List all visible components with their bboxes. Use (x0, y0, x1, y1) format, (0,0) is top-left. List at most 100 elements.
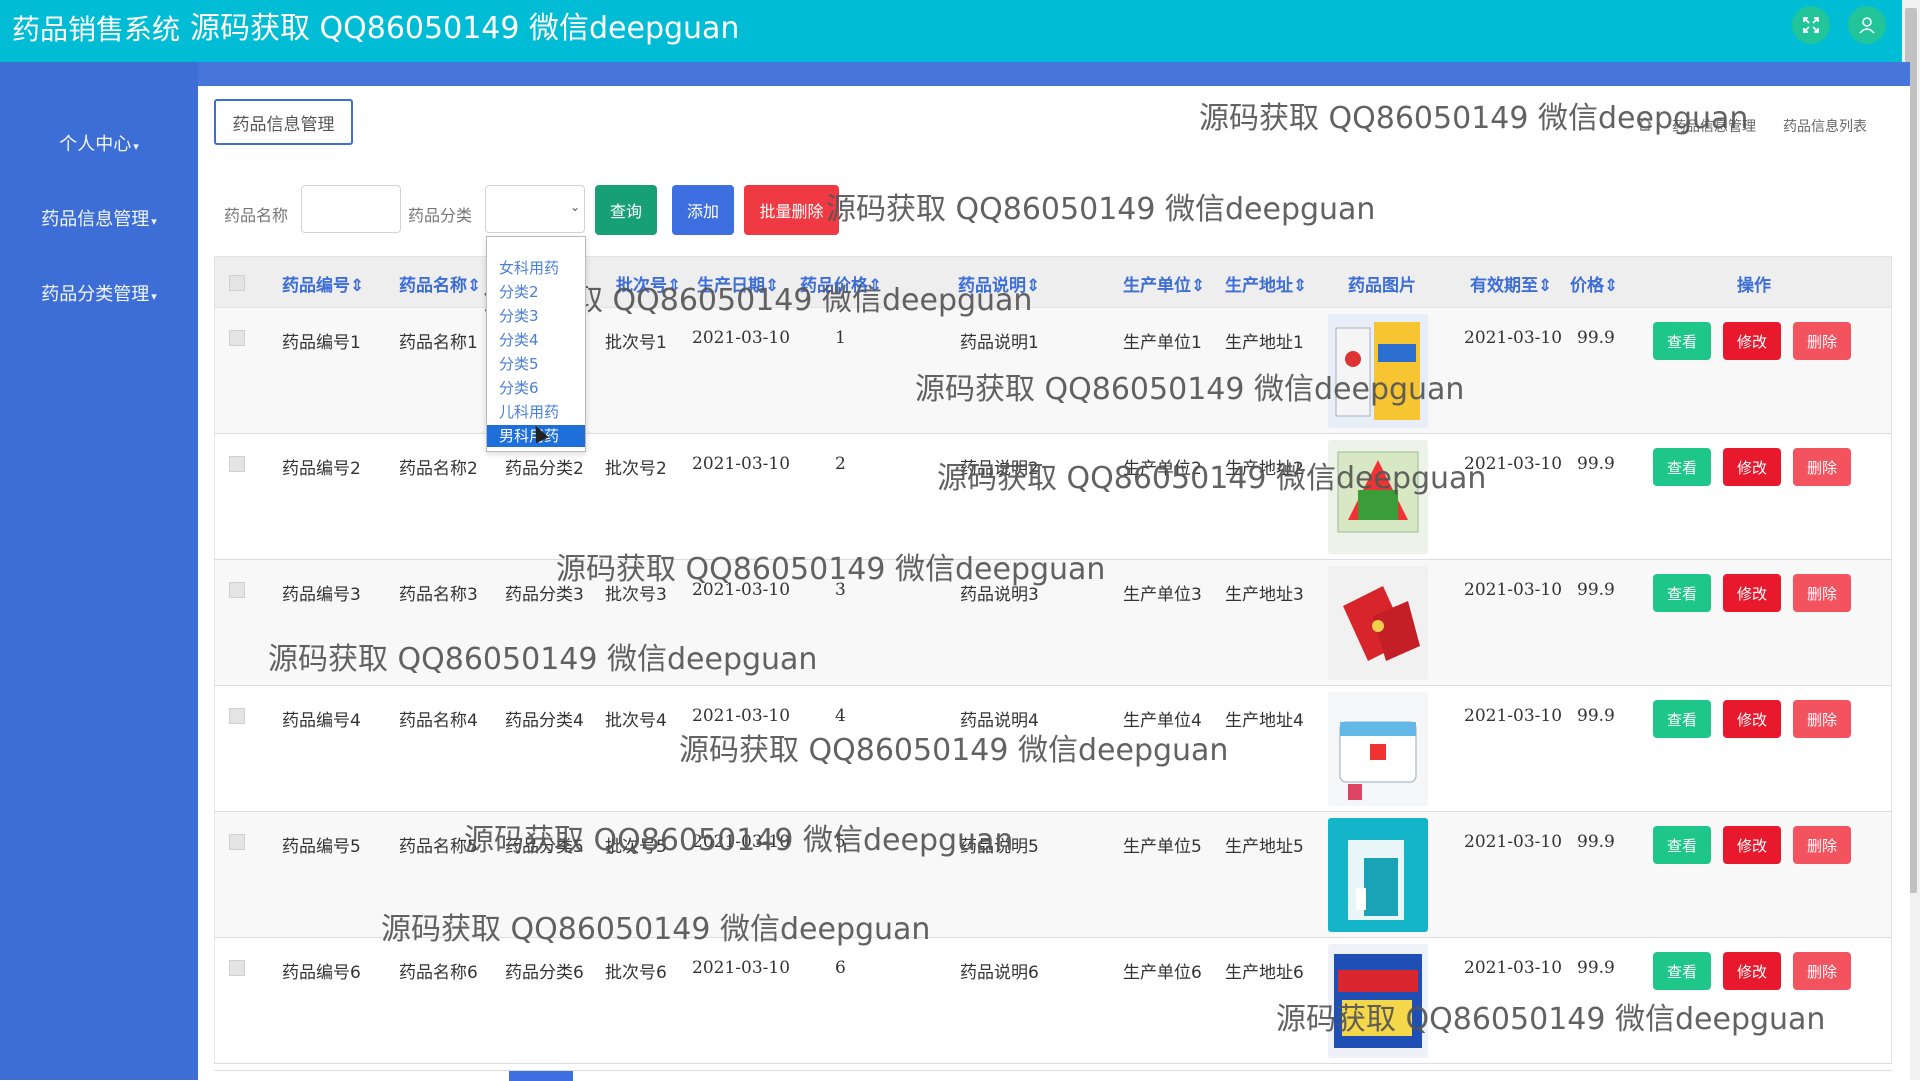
cell-code: 药品编号5 (282, 837, 361, 857)
cell-addr: 生产地址6 (1225, 963, 1304, 983)
edit-button[interactable]: 修改 (1723, 826, 1781, 864)
cell-expire: 2021-03-10 (1464, 958, 1563, 978)
cell-expire: 2021-03-10 (1464, 706, 1563, 726)
table-header: 药品编号⇕ 药品名称⇕ 批次号⇕ 生产日期⇕ 药品价格⇕ 药品说明⇕ 生产单位⇕… (214, 256, 1892, 308)
sidebar-item-label: 个人中心 (59, 134, 132, 155)
cell-category: 药品分类2 (505, 459, 584, 479)
drug-image[interactable] (1328, 818, 1428, 932)
column-header[interactable]: 有效期至⇕ (1470, 271, 1552, 296)
drug-image[interactable] (1328, 566, 1428, 680)
dropdown-option[interactable]: 分类6 (487, 377, 585, 399)
delete-button[interactable]: 删除 (1793, 448, 1851, 486)
view-button[interactable]: 查看 (1653, 448, 1711, 486)
delete-button[interactable]: 删除 (1793, 574, 1851, 612)
sidebar: 个人中心 ▾ 药品信息管理 ▾ 药品分类管理 ▾ (0, 62, 198, 1080)
row-checkbox[interactable] (229, 456, 245, 472)
table-row-partial (214, 1070, 1892, 1081)
cell-batch: 批次号2 (605, 459, 667, 479)
cell-desc: 药品说明6 (960, 963, 1039, 983)
cell-category: 药品分类6 (505, 963, 584, 983)
sidebar-item-label: 药品分类管理 (41, 284, 150, 305)
view-button[interactable]: 查看 (1653, 952, 1711, 990)
fullscreen-icon (1803, 17, 1819, 33)
select-all-checkbox[interactable] (229, 275, 245, 291)
watermark: 源码获取 QQ86050149 微信deepguan (1276, 1002, 1826, 1037)
dropdown-option[interactable]: 分类3 (487, 305, 585, 327)
cell-date: 2021-03-10 (692, 328, 791, 348)
column-header[interactable]: 价格⇕ (1570, 271, 1618, 296)
view-button[interactable]: 查看 (1653, 700, 1711, 738)
edit-button[interactable]: 修改 (1723, 574, 1781, 612)
drug-image[interactable] (1328, 692, 1428, 806)
caret-down-icon: ▾ (151, 215, 157, 228)
query-button[interactable]: 查询 (595, 185, 657, 235)
cell-amount: 99.9 (1577, 328, 1615, 348)
edit-button[interactable]: 修改 (1723, 448, 1781, 486)
name-input[interactable] (301, 185, 401, 233)
cell-code: 药品编号1 (282, 333, 361, 353)
row-checkbox[interactable] (229, 582, 245, 598)
batch-delete-button[interactable]: 批量删除 (744, 185, 839, 235)
cell-code: 药品编号2 (282, 459, 361, 479)
edit-button[interactable]: 修改 (1723, 322, 1781, 360)
delete-button[interactable]: 删除 (1793, 322, 1851, 360)
view-button[interactable]: 查看 (1653, 322, 1711, 360)
edit-button[interactable]: 修改 (1723, 952, 1781, 990)
dropdown-option[interactable]: 分类5 (487, 353, 585, 375)
cell-category: 药品分类4 (505, 711, 584, 731)
chevron-down-icon: ⌄ (569, 200, 580, 214)
sort-icon: ⇕ (1604, 276, 1619, 296)
cell-expire: 2021-03-10 (1464, 580, 1563, 600)
watermark: 源码获取 QQ86050149 微信deepguan (268, 642, 818, 677)
cell-addr: 生产地址4 (1225, 711, 1304, 731)
category-label: 药品分类 (408, 206, 473, 225)
watermark: 源码获取 QQ86050149 微信deepguan (937, 461, 1487, 496)
fullscreen-button[interactable] (1792, 6, 1830, 44)
column-header[interactable]: 药品名称⇕ (399, 271, 481, 296)
row-checkbox[interactable] (229, 330, 245, 346)
delete-button[interactable]: 删除 (1793, 826, 1851, 864)
watermark: 源码获取 QQ86050149 微信deepguan (1199, 101, 1749, 136)
sidebar-item-label: 药品信息管理 (41, 209, 150, 230)
cell-batch: 批次号1 (605, 333, 667, 353)
cell-amount: 99.9 (1577, 706, 1615, 726)
sidebar-item-drug-category[interactable]: 药品分类管理 ▾ (0, 280, 198, 306)
sort-icon: ⇕ (467, 276, 482, 296)
breadcrumb-item: 药品信息列表 (1783, 119, 1867, 135)
cell-unit: 生产单位6 (1123, 963, 1202, 983)
view-button[interactable]: 查看 (1653, 826, 1711, 864)
header-strip (198, 62, 1910, 86)
cell-desc: 药品说明1 (960, 333, 1039, 353)
dropdown-option[interactable]: 分类4 (487, 329, 585, 351)
sort-icon: ⇕ (350, 276, 365, 296)
column-header[interactable]: 生产地址⇕ (1225, 271, 1307, 296)
row-checkbox[interactable] (229, 960, 245, 976)
column-header[interactable]: 生产单位⇕ (1123, 271, 1205, 296)
dropdown-option[interactable]: 儿科用药 (487, 401, 585, 423)
watermark: 源码获取 QQ86050149 微信deepguan (556, 552, 1106, 587)
add-button[interactable]: 添加 (672, 185, 734, 235)
delete-button[interactable]: 删除 (1793, 700, 1851, 738)
row-checkbox[interactable] (229, 834, 245, 850)
dropdown-option[interactable]: 分类2 (487, 281, 585, 303)
column-header[interactable]: 药品编号⇕ (282, 271, 364, 296)
cell-price: 4 (835, 706, 846, 726)
page-title-button[interactable]: 药品信息管理 (214, 99, 353, 145)
cell-addr: 生产地址3 (1225, 585, 1304, 605)
row-checkbox[interactable] (229, 708, 245, 724)
watermark: 源码获取 QQ86050149 微信deepguan (381, 912, 931, 947)
cell-price: 2 (835, 454, 846, 474)
caret-down-icon: ▾ (151, 290, 157, 303)
category-select[interactable]: ⌄ (485, 185, 585, 233)
view-button[interactable]: 查看 (1653, 574, 1711, 612)
delete-button[interactable]: 删除 (1793, 952, 1851, 990)
sidebar-item-drug-info[interactable]: 药品信息管理 ▾ (0, 205, 198, 231)
column-header: 操作 (1737, 276, 1771, 296)
user-button[interactable] (1848, 6, 1886, 44)
category-dropdown: 女科用药 分类2 分类3 分类4 分类5 分类6 儿科用药 男科用药 (486, 236, 586, 452)
cell-price: 1 (835, 328, 846, 348)
cell-addr: 生产地址5 (1225, 837, 1304, 857)
dropdown-option[interactable]: 女科用药 (487, 257, 585, 279)
edit-button[interactable]: 修改 (1723, 700, 1781, 738)
sidebar-item-personal[interactable]: 个人中心 ▾ (0, 130, 198, 156)
